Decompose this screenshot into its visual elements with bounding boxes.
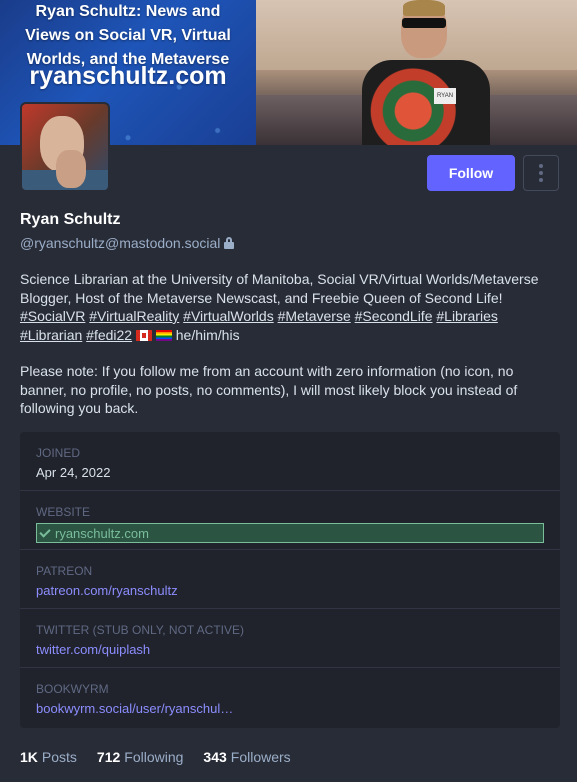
banner-url: ryanschultz.com	[29, 62, 227, 90]
display-name: Ryan Schultz	[20, 211, 121, 228]
hashtag-link[interactable]: #VirtualReality	[89, 308, 179, 324]
field-value: Apr 24, 2022	[36, 465, 111, 480]
verified-link[interactable]: ryanschultz.com	[36, 523, 544, 543]
profile-fields: Joined Apr 24, 2022 Website ryanschultz.…	[20, 432, 560, 728]
account-handle[interactable]: @ryanschultz@mastodon.social	[20, 235, 235, 251]
canada-flag-icon	[135, 329, 152, 341]
hashtag-link[interactable]: #Metaverse	[278, 308, 351, 324]
more-options-button[interactable]	[523, 155, 559, 191]
check-icon	[39, 527, 51, 539]
name-badge: RYAN	[434, 88, 456, 104]
twitter-link[interactable]: twitter.com/quiplash	[36, 642, 544, 657]
field-label: Patreon	[36, 564, 93, 578]
bio-note: Please note: If you follow me from an ac…	[20, 363, 518, 416]
kebab-menu-icon	[539, 164, 543, 182]
hashtag-link[interactable]: #SecondLife	[355, 308, 433, 324]
hashtag-link[interactable]: #fedi22	[86, 327, 132, 343]
profile-bio: Science Librarian at the University of M…	[20, 270, 560, 418]
lock-icon	[224, 237, 235, 249]
pronouns: he/him/his	[175, 326, 240, 343]
hashtag-link[interactable]: #Libraries	[436, 308, 497, 324]
bookwyrm-link[interactable]: bookwyrm.social/user/ryanschul…	[36, 701, 544, 716]
account-counts: 1K Posts 712 Following 343 Followers	[20, 749, 291, 765]
pride-flag-icon	[155, 329, 172, 341]
field-label: Website	[36, 505, 91, 519]
hashtag-link[interactable]: #SocialVR	[20, 308, 85, 324]
hashtag-link[interactable]: #Librarian	[20, 327, 82, 343]
sunglasses	[402, 18, 446, 28]
field-website: Website ryanschultz.com	[20, 491, 560, 550]
field-joined: Joined Apr 24, 2022	[20, 432, 560, 491]
field-patreon: Patreon patreon.com/ryanschultz	[20, 550, 560, 609]
followers-count[interactable]: 343 Followers	[203, 749, 290, 765]
field-label: BookWyrm	[36, 682, 109, 696]
avatar-3d-body	[362, 60, 490, 145]
following-count[interactable]: 712 Following	[97, 749, 184, 765]
banner-avatar-scene: RYAN	[256, 0, 577, 145]
avatar[interactable]	[20, 102, 110, 192]
follow-button[interactable]: Follow	[427, 155, 515, 191]
patreon-link[interactable]: patreon.com/ryanschultz	[36, 583, 544, 598]
hashtag-link[interactable]: #VirtualWorlds	[183, 308, 274, 324]
posts-count[interactable]: 1K Posts	[20, 749, 77, 765]
field-twitter: Twitter (stub only, not active) twitter.…	[20, 609, 560, 668]
bio-text: Science Librarian at the University of M…	[20, 271, 539, 306]
field-bookwyrm: BookWyrm bookwyrm.social/user/ryanschul…	[20, 668, 560, 727]
field-label: Joined	[36, 446, 81, 460]
field-label: Twitter (stub only, not active)	[36, 623, 245, 637]
